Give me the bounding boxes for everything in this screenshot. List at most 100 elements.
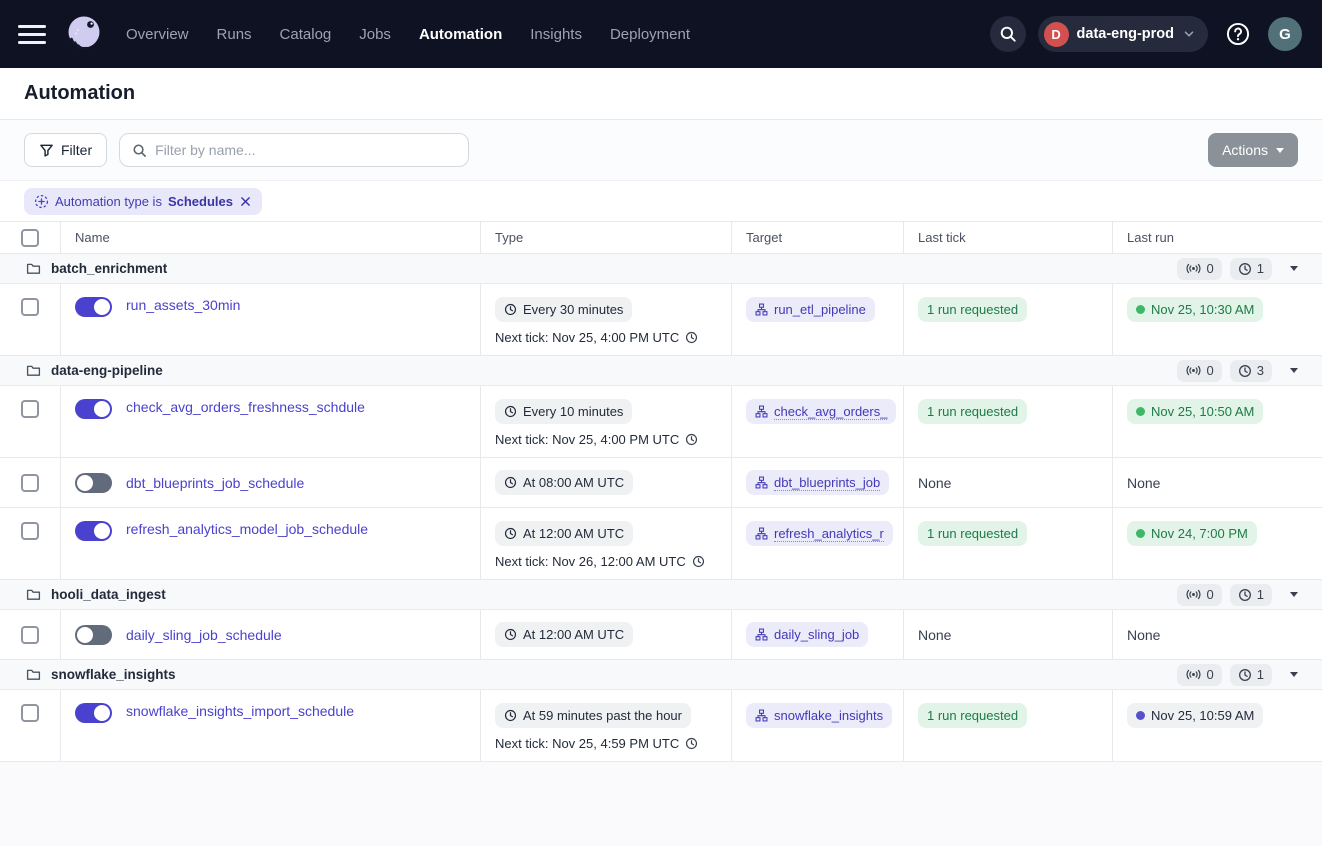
last-tick-status-pill[interactable]: 1 run requested [918, 399, 1027, 424]
group-row-data-eng-pipeline[interactable]: data-eng-pipeline 0 3 [0, 356, 1322, 386]
table-row: run_assets_30min Every 30 minutes Next t… [0, 284, 1322, 356]
collapse-group-button[interactable] [1290, 592, 1298, 597]
schedule-toggle[interactable] [75, 399, 112, 419]
search-icon [132, 143, 147, 158]
active-filters-row: Automation type is Schedules [0, 181, 1322, 221]
schedule-name-link[interactable]: dbt_blueprints_job_schedule [126, 475, 304, 491]
clock-icon [504, 628, 517, 641]
job-graph-icon [755, 303, 768, 316]
run-status-dot-success [1136, 529, 1145, 538]
row-checkbox[interactable] [21, 704, 39, 722]
target-job-pill[interactable]: snowflake_insights [746, 703, 892, 728]
last-run-pill[interactable]: Nov 25, 10:30 AM [1127, 297, 1263, 322]
nav-deployment[interactable]: Deployment [610, 26, 690, 43]
row-checkbox[interactable] [21, 522, 39, 540]
filter-button[interactable]: Filter [24, 133, 107, 167]
target-job-pill[interactable]: dbt_blueprints_job [746, 470, 889, 495]
clock-icon [504, 527, 517, 540]
table-row: refresh_analytics_model_job_schedule At … [0, 508, 1322, 580]
row-checkbox[interactable] [21, 298, 39, 316]
schedule-name-link[interactable]: run_assets_30min [126, 297, 240, 313]
collapse-group-button[interactable] [1290, 266, 1298, 271]
user-avatar[interactable]: G [1268, 17, 1302, 51]
clock-icon [504, 303, 517, 316]
collapse-group-button[interactable] [1290, 368, 1298, 373]
page-title: Automation [24, 82, 135, 105]
schedule-count-badge: 3 [1230, 360, 1272, 382]
schedule-count-badge: 1 [1230, 584, 1272, 606]
help-button[interactable] [1220, 16, 1256, 52]
sensor-count-badge: 0 [1177, 258, 1222, 280]
schedule-toggle[interactable] [75, 521, 112, 541]
group-row-batch-enrichment[interactable]: batch_enrichment 0 1 [0, 254, 1322, 284]
toolbar: Filter Actions [0, 120, 1322, 181]
last-run-none: None [1127, 475, 1160, 491]
nav-overview[interactable]: Overview [126, 26, 189, 43]
target-job-pill[interactable]: check_avg_orders_ [746, 399, 896, 424]
schedule-toggle[interactable] [75, 625, 112, 645]
last-run-pill[interactable]: Nov 25, 10:59 AM [1127, 703, 1263, 728]
nav-jobs[interactable]: Jobs [359, 26, 391, 43]
schedule-toggle[interactable] [75, 297, 112, 317]
schedule-toggle[interactable] [75, 473, 112, 493]
dagster-logo-icon[interactable] [62, 12, 106, 56]
clock-icon [685, 737, 698, 750]
filter-chip-automation-type[interactable]: Automation type is Schedules [24, 188, 262, 215]
target-job-pill[interactable]: run_etl_pipeline [746, 297, 875, 322]
schedule-name-link[interactable]: snowflake_insights_import_schedule [126, 703, 354, 719]
schedule-type-pill: At 59 minutes past the hour [495, 703, 691, 728]
next-tick-text: Next tick: Nov 25, 4:59 PM UTC [495, 736, 698, 751]
target-job-pill[interactable]: refresh_analytics_r [746, 521, 893, 546]
clock-icon [1238, 588, 1252, 602]
nav-runs[interactable]: Runs [217, 26, 252, 43]
schedule-name-link[interactable]: refresh_analytics_model_job_schedule [126, 521, 368, 537]
sensor-count-badge: 0 [1177, 664, 1222, 686]
row-checkbox[interactable] [21, 400, 39, 418]
nav-automation[interactable]: Automation [419, 26, 502, 43]
filter-button-label: Filter [61, 142, 92, 158]
clock-icon [1238, 668, 1252, 682]
table-row: check_avg_orders_freshness_schdule Every… [0, 386, 1322, 458]
next-tick-text: Next tick: Nov 26, 12:00 AM UTC [495, 554, 705, 569]
menu-icon[interactable] [18, 25, 46, 44]
schedule-type-pill: Every 30 minutes [495, 297, 632, 322]
clock-icon [1238, 364, 1252, 378]
nav-catalog[interactable]: Catalog [280, 26, 332, 43]
row-checkbox[interactable] [21, 474, 39, 492]
last-run-pill[interactable]: Nov 24, 7:00 PM [1127, 521, 1257, 546]
close-icon[interactable] [239, 195, 252, 208]
schedule-name-link[interactable]: daily_sling_job_schedule [126, 627, 282, 643]
row-checkbox[interactable] [21, 626, 39, 644]
search-button[interactable] [990, 16, 1026, 52]
folder-icon [26, 261, 41, 276]
column-header-type: Type [480, 222, 731, 253]
run-status-dot-success [1136, 305, 1145, 314]
last-tick-status-pill[interactable]: 1 run requested [918, 297, 1027, 322]
last-tick-none: None [918, 475, 951, 491]
filter-chip-value: Schedules [168, 194, 233, 209]
workspace-avatar: D [1044, 22, 1069, 47]
last-run-none: None [1127, 627, 1160, 643]
schedule-name-link[interactable]: check_avg_orders_freshness_schdule [126, 399, 365, 415]
group-row-hooli-data-ingest[interactable]: hooli_data_ingest 0 1 [0, 580, 1322, 610]
folder-icon [26, 667, 41, 682]
last-run-pill[interactable]: Nov 25, 10:50 AM [1127, 399, 1263, 424]
clock-icon [504, 709, 517, 722]
actions-button[interactable]: Actions [1208, 133, 1298, 167]
last-tick-status-pill[interactable]: 1 run requested [918, 521, 1027, 546]
schedule-toggle[interactable] [75, 703, 112, 723]
select-all-checkbox[interactable] [21, 229, 39, 247]
automation-type-icon [34, 194, 49, 209]
collapse-group-button[interactable] [1290, 672, 1298, 677]
workspace-name: data-eng-prod [1077, 26, 1174, 42]
name-filter-input[interactable] [155, 142, 456, 158]
actions-button-label: Actions [1222, 142, 1268, 158]
column-header-target: Target [731, 222, 903, 253]
nav-insights[interactable]: Insights [530, 26, 582, 43]
target-job-pill[interactable]: daily_sling_job [746, 622, 868, 647]
last-tick-status-pill[interactable]: 1 run requested [918, 703, 1027, 728]
workspace-switcher[interactable]: D data-eng-prod [1038, 16, 1208, 52]
name-filter-box [119, 133, 469, 167]
sensor-count-badge: 0 [1177, 360, 1222, 382]
group-row-snowflake-insights[interactable]: snowflake_insights 0 1 [0, 660, 1322, 690]
